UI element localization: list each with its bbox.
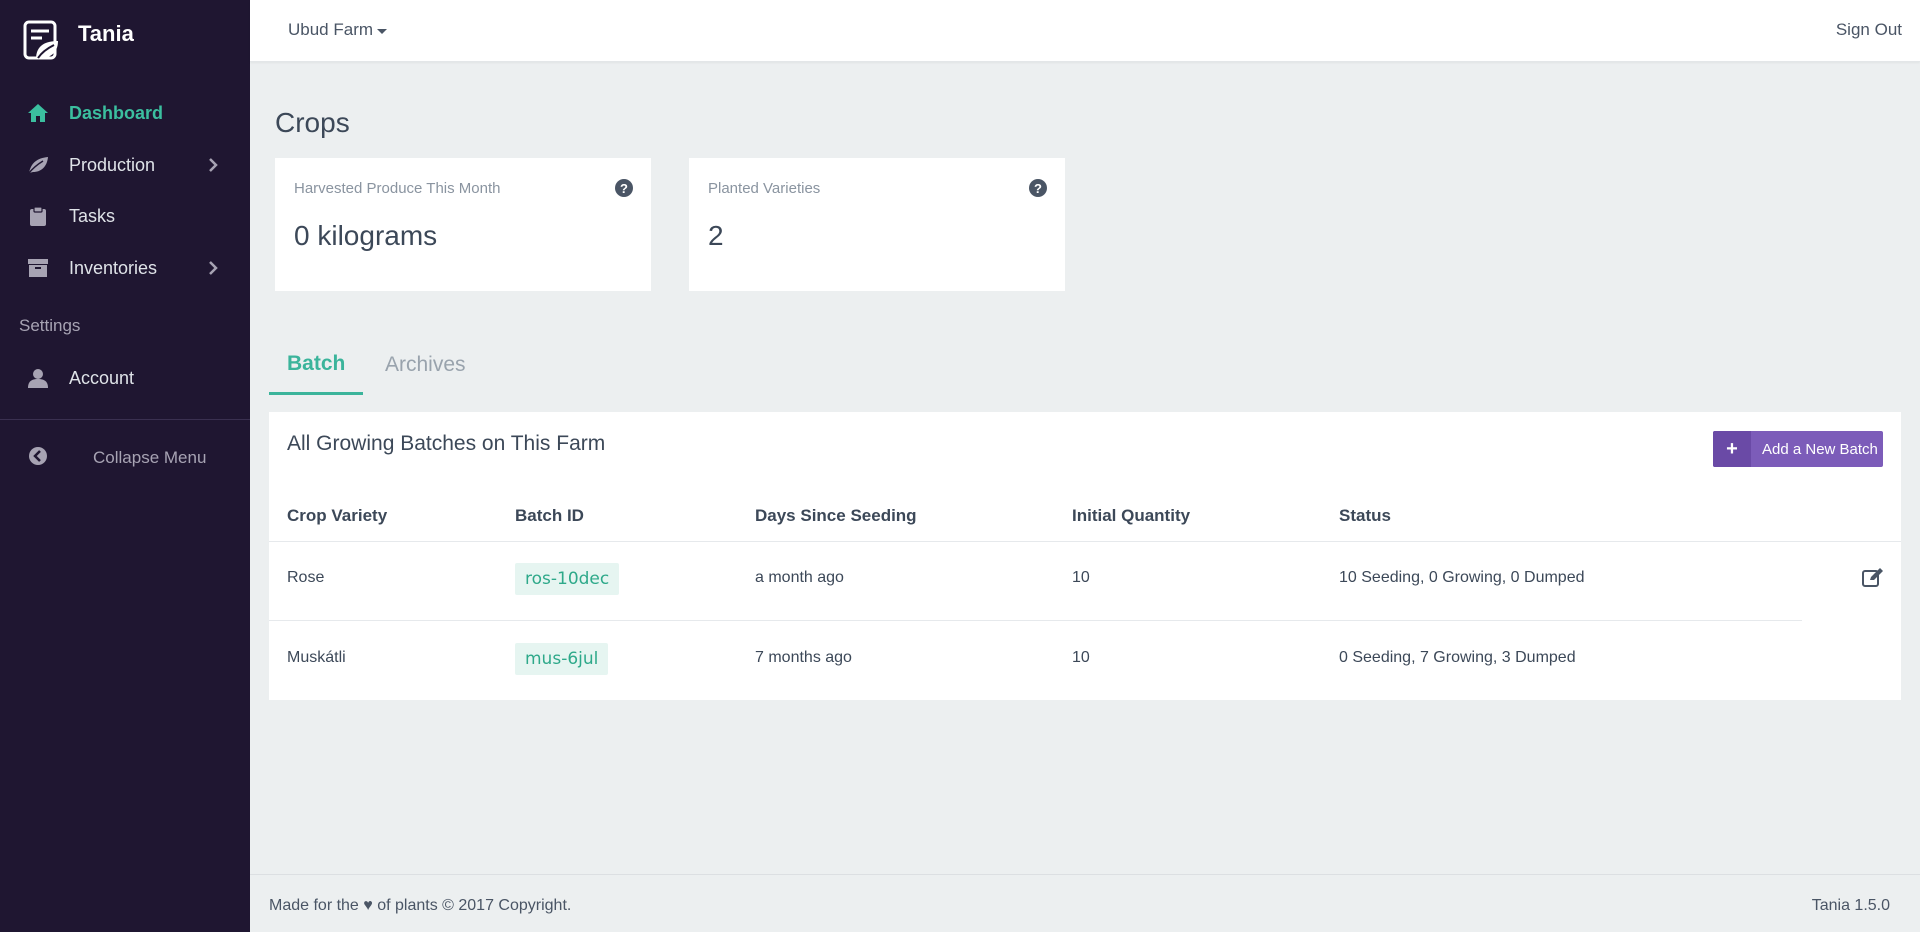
batches-panel: All Growing Batches on This Farm + Add a… (269, 412, 1901, 700)
caret-down-icon (377, 29, 388, 34)
user-icon (27, 367, 49, 389)
chevron-right-icon (209, 261, 218, 275)
sidebar-item-inventories[interactable]: Inventories (0, 248, 250, 288)
column-header[interactable]: Initial Quantity (1072, 506, 1190, 526)
sidebar-item-dashboard[interactable]: Dashboard (0, 93, 250, 133)
row-divider (269, 620, 1802, 621)
settings-section-label: Settings (19, 316, 81, 335)
tania-logo-icon (23, 20, 58, 60)
home-icon (27, 102, 49, 124)
card-label: Harvested Produce This Month (294, 180, 501, 197)
sidebar-item-tasks[interactable]: Tasks (0, 196, 250, 236)
leaf-icon (27, 154, 49, 176)
batch-status: 10 Seeding, 0 Growing, 0 Dumped (1339, 569, 1585, 586)
edit-icon[interactable] (1862, 567, 1884, 589)
sidebar-item-label: Dashboard (69, 102, 164, 123)
days-since-seeding: 7 months ago (755, 649, 852, 666)
card-value: 2 (708, 220, 724, 251)
tab-archives[interactable]: Archives (385, 340, 466, 395)
plus-icon: + (1713, 431, 1751, 467)
batch-id-tag[interactable]: ros-10dec (515, 563, 620, 595)
collapse-menu-label: Collapse Menu (93, 448, 207, 467)
crop-variety: Muskátli (287, 649, 346, 666)
page-title: Crops (275, 107, 350, 138)
farm-dropdown[interactable]: Ubud Farm (288, 20, 388, 40)
sidebar-item-label: Production (69, 154, 156, 175)
question-circle-icon[interactable]: ? (615, 179, 633, 197)
card-value: 0 kilograms (294, 220, 438, 251)
add-batch-label: Add a New Batch (1762, 440, 1878, 458)
column-header[interactable]: Status (1339, 506, 1391, 526)
sidebar-item-production[interactable]: Production (0, 145, 250, 185)
column-header[interactable]: Batch ID (515, 506, 584, 526)
days-since-seeding: a month ago (755, 569, 844, 586)
top-bar: Ubud Farm Sign Out (250, 0, 1920, 62)
footer-copyright: Made for the ♥ of plants © 2017 Copyrigh… (269, 897, 572, 914)
initial-quantity: 10 (1072, 569, 1090, 586)
card-label: Planted Varieties (708, 180, 821, 197)
chevron-circle-left-icon (28, 446, 48, 471)
collapse-menu-button[interactable]: Collapse Menu (0, 438, 250, 478)
clipboard-icon (27, 205, 49, 227)
batch-status: 0 Seeding, 7 Growing, 3 Dumped (1339, 649, 1576, 666)
panel-title: All Growing Batches on This Farm (287, 432, 606, 455)
sidebar-divider (0, 419, 250, 420)
harvested-produce-card: Harvested Produce This Month 0 kilograms… (275, 158, 651, 291)
row-divider (269, 541, 1901, 542)
archive-icon (27, 257, 49, 279)
sidebar-item-account[interactable]: Account (0, 358, 250, 398)
column-header[interactable]: Days Since Seeding (755, 506, 917, 526)
sidebar-item-label: Account (69, 367, 135, 388)
sidebar: Tania Dashboard Production Tasks Invento… (0, 0, 250, 932)
question-circle-icon[interactable]: ? (1029, 179, 1047, 197)
brand-name: Tania (78, 21, 134, 46)
footer-divider (250, 874, 1920, 875)
sign-out-link[interactable]: Sign Out (1836, 20, 1902, 40)
tab-batch[interactable]: Batch (269, 340, 364, 395)
planted-varieties-card: Planted Varieties 2 ? (689, 158, 1065, 291)
chevron-right-icon (209, 158, 218, 172)
farm-dropdown-label: Ubud Farm (288, 20, 374, 39)
column-header[interactable]: Crop Variety (287, 506, 387, 526)
sidebar-item-label: Inventories (69, 257, 158, 278)
crop-variety: Rose (287, 569, 325, 586)
brand[interactable]: Tania (22, 18, 134, 62)
initial-quantity: 10 (1072, 649, 1090, 666)
footer-version: Tania 1.5.0 (1811, 897, 1890, 914)
sidebar-item-label: Tasks (69, 205, 116, 226)
batch-id-tag[interactable]: mus-6jul (515, 643, 609, 675)
add-batch-button[interactable]: + Add a New Batch (1713, 431, 1883, 467)
